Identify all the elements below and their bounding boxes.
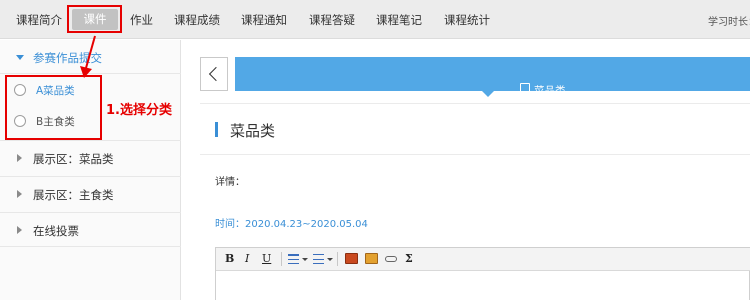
sidebar-item-voting[interactable]: 在线投票 xyxy=(0,212,181,247)
caret-down-icon xyxy=(16,55,24,60)
toolbar-separator xyxy=(281,252,282,266)
nav-notes[interactable]: 课程笔记 xyxy=(376,12,422,28)
highlight-box-nav xyxy=(67,5,122,33)
nav-grades[interactable]: 课程成绩 xyxy=(174,12,220,28)
caret-right-icon xyxy=(17,190,22,198)
nav-notices[interactable]: 课程通知 xyxy=(241,12,287,28)
chevron-left-icon xyxy=(208,66,224,82)
image-upload-icon[interactable] xyxy=(365,253,378,264)
nav-homework[interactable]: 作业 xyxy=(130,12,153,28)
caret-right-icon xyxy=(17,154,22,162)
highlight-box-categories xyxy=(5,75,102,140)
chevron-down-icon[interactable] xyxy=(327,258,333,261)
sidebar-item-label: 展示区：菜品类 xyxy=(33,152,114,166)
sidebar-item-show-staples[interactable]: 展示区：主食类 xyxy=(0,176,181,211)
study-time-label: 学习时长： xyxy=(708,17,750,28)
page-title: 菜品类 xyxy=(230,122,276,140)
sigma-icon[interactable]: Σ xyxy=(405,252,413,265)
nav-statistics[interactable]: 课程统计 xyxy=(444,12,490,28)
document-icon xyxy=(520,83,530,96)
sidebar-item-label: 在线投票 xyxy=(33,224,79,238)
divider xyxy=(200,154,750,155)
divider xyxy=(200,103,750,104)
category-banner: 菜品类 xyxy=(235,57,750,97)
toolbar-separator xyxy=(337,252,338,266)
banner-notch xyxy=(482,91,494,97)
back-button[interactable] xyxy=(200,57,228,91)
underline-button[interactable]: U xyxy=(262,252,271,265)
link-icon[interactable] xyxy=(385,256,397,262)
nav-course-intro[interactable]: 课程简介 xyxy=(16,12,62,28)
image-icon[interactable] xyxy=(345,253,358,264)
rich-text-editor[interactable]: B I U Σ xyxy=(215,247,750,300)
title-accent xyxy=(215,122,218,137)
annotation-label: 1.选择分类 xyxy=(106,103,172,118)
banner-label: 菜品类 xyxy=(534,85,566,97)
caret-right-icon xyxy=(17,226,22,234)
chevron-down-icon[interactable] xyxy=(302,258,308,261)
sidebar-item-show-dishes[interactable]: 展示区：菜品类 xyxy=(0,140,181,175)
unordered-list-button[interactable] xyxy=(313,254,324,265)
sidebar-item-label: 展示区：主食类 xyxy=(33,188,114,202)
detail-label: 详情： xyxy=(215,177,245,188)
editor-toolbar: B I U Σ xyxy=(216,248,750,271)
sidebar-group-label: 参赛作品提交 xyxy=(33,51,102,65)
ordered-list-button[interactable] xyxy=(288,254,299,265)
bold-button[interactable]: B xyxy=(225,252,234,265)
page: 课程简介 课件 作业 课程成绩 课程通知 课程答疑 课程笔记 课程统计 学习时长… xyxy=(0,0,750,300)
italic-button[interactable]: I xyxy=(245,252,249,265)
time-range: 时间：2020.04.23~2020.05.04 xyxy=(215,219,368,230)
main-content: 菜品类 菜品类 详情： 时间：2020.04.23~2020.05.04 B I… xyxy=(182,40,750,300)
nav-qa[interactable]: 课程答疑 xyxy=(309,12,355,28)
sidebar-group-submission[interactable]: 参赛作品提交 xyxy=(0,40,181,74)
